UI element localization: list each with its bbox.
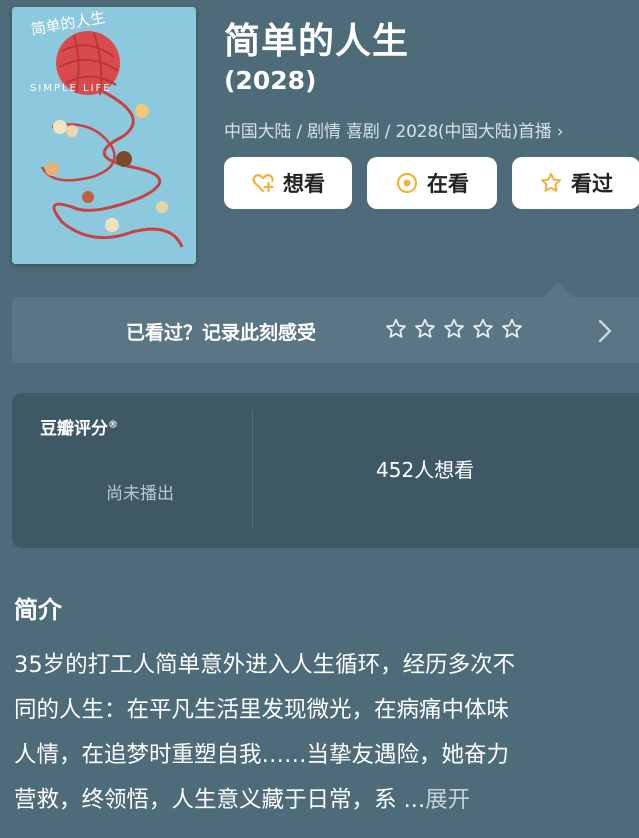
synopsis-line-last: 营救，终领悟，人生意义藏于日常，系 ...展开	[14, 778, 636, 823]
star-outline-icon[interactable]	[442, 317, 466, 341]
star-outline-icon[interactable]	[413, 317, 437, 341]
star-outline-icon[interactable]	[500, 317, 524, 341]
poster-image[interactable]: 简单的人生 SIMPLE LIFE	[12, 7, 196, 264]
douban-score-text: 豆瓣评分	[40, 419, 108, 439]
rate-prompt-text: 已看过？记录此刻感受	[126, 322, 317, 344]
movie-meta-link[interactable]: 中国大陆 / 剧情 喜剧 / 2028(中国大陆)首播 ›	[224, 117, 564, 142]
star-rating[interactable]	[384, 317, 524, 341]
chevron-right-icon[interactable]	[596, 318, 614, 344]
star-icon	[541, 172, 561, 192]
synopsis-line-text: 营救，终领悟，人生意义藏于日常，系 ...	[14, 787, 426, 813]
score-status: 尚未播出	[106, 484, 174, 504]
rate-bar-pointer	[544, 282, 572, 297]
target-icon	[396, 172, 418, 194]
synopsis-text: 35岁的打工人简单意外进入人生循环，经历多次不 同的人生：在平凡生活里发现微光，…	[14, 643, 636, 823]
rate-prompt-bar[interactable]	[12, 297, 639, 363]
star-outline-icon[interactable]	[471, 317, 495, 341]
star-outline-icon[interactable]	[384, 317, 408, 341]
douban-score-label: 豆瓣评分®	[40, 414, 118, 439]
synopsis-heading: 简介	[14, 596, 62, 624]
want-count[interactable]: 452人想看	[376, 454, 474, 483]
synopsis-line: 同的人生：在平凡生活里发现微光，在病痛中体味	[14, 697, 510, 723]
heart-plus-icon	[252, 173, 274, 193]
want-to-watch-button[interactable]: 想看	[224, 157, 352, 209]
synopsis-line: 人情，在追梦时重塑自我……当挚友遇险，她奋力	[14, 742, 510, 768]
watching-button[interactable]: 在看	[367, 157, 497, 209]
synopsis-line: 35岁的打工人简单意外进入人生循环，经历多次不	[14, 652, 516, 678]
watched-label: 看过	[571, 172, 613, 196]
registered-mark: ®	[108, 419, 118, 431]
watched-button[interactable]: 看过	[512, 157, 639, 209]
poster-subtitle: SIMPLE LIFE	[30, 83, 112, 94]
want-to-watch-label: 想看	[283, 172, 325, 196]
release-year: (2028)	[224, 66, 317, 95]
watching-label: 在看	[427, 172, 469, 196]
expand-link[interactable]: 展开	[425, 787, 470, 813]
page-title: 简单的人生	[224, 21, 410, 62]
score-divider	[252, 410, 253, 528]
